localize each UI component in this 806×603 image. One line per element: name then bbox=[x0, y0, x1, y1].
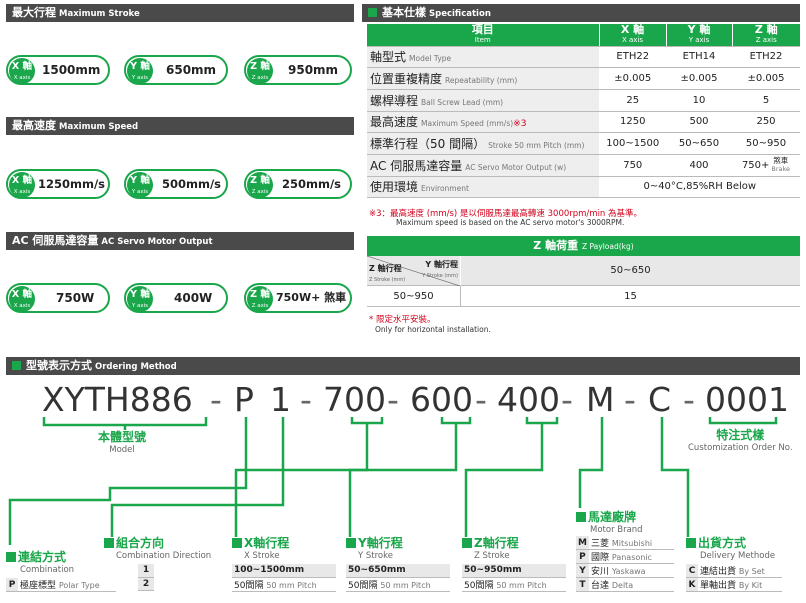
servo-output-header: AC 伺服馬達容量 AC Servo Motor Output bbox=[6, 232, 354, 250]
horizontal-note: * 限定水平安裝。 bbox=[369, 315, 436, 325]
y-axis-badge: Y 軸Y axis bbox=[127, 286, 153, 312]
direction-label: 組合方向 Combination Direction bbox=[104, 534, 211, 561]
table-row: 標準行程（50 間隔） Stroke 50 mm Pitch (mm) 100~15… bbox=[367, 132, 800, 155]
table-row: 位置重複精度 Repeatability (mm) ±0.005 ±0.005 ±0.0… bbox=[367, 67, 800, 90]
stroke-y-pill: Y 軸Y axis 650mm bbox=[124, 55, 228, 85]
speed-note-en: Maximum speed is based on the AC servo m… bbox=[396, 218, 625, 227]
green-square-icon bbox=[368, 8, 377, 17]
combination-label: 連結方式 Combination bbox=[6, 548, 74, 575]
payload-col: 50~650 bbox=[460, 256, 800, 286]
model-label: 本體型號 Model bbox=[98, 430, 147, 455]
code-direction: 1 bbox=[270, 380, 291, 419]
motor-brand-table: M 三菱 Mitsubishi P 國際 Panasonic Y 安川 Yaskawa… bbox=[576, 536, 674, 592]
table-row: 最高速度 Maximum Speed (mm/s)※3 1250 500 250 bbox=[367, 111, 800, 134]
code-model: XYTH886 bbox=[42, 380, 193, 419]
table-row: 軸型式 Model Type ETH22 ETH14 ETH22 bbox=[367, 46, 800, 69]
code-y-stroke: 600 bbox=[410, 380, 473, 419]
code-z-stroke: 400 bbox=[497, 380, 560, 419]
z-stroke-label: Z軸行程 Z Stroke bbox=[462, 534, 519, 561]
z-axis-badge: Z 軸Z axis bbox=[247, 58, 273, 84]
z-axis-badge: Z 軸Z axis bbox=[247, 286, 273, 312]
direction-table: 12 bbox=[138, 564, 154, 591]
table-row: Y 安川 Yaskawa bbox=[576, 563, 674, 578]
delivery-label: 出貨方式 Delivery Methode bbox=[686, 534, 775, 561]
motor-y-pill: Y 軸Y axis 400W bbox=[124, 283, 228, 313]
x-axis-badge: X 軸X axis bbox=[9, 58, 35, 84]
z-axis-badge: Z 軸Z axis bbox=[247, 172, 273, 198]
horizontal-note-en: Only for horizontal installation. bbox=[375, 325, 491, 334]
motor-x-pill: X 軸X axis 750W bbox=[6, 283, 110, 313]
speed-z-pill: Z 軸Z axis 250mm/s bbox=[244, 169, 352, 199]
x-axis-badge: X 軸X axis bbox=[9, 172, 35, 198]
table-row: K 單軸出貨 By Kit bbox=[686, 577, 782, 592]
code-delivery: C bbox=[648, 380, 672, 419]
ordering-header: 型號表示方式 Ordering Method bbox=[6, 357, 800, 375]
y-stroke-table: 50~650mm 50間隔 50 mm Pitch bbox=[346, 564, 450, 592]
spec-header: 基本仕樣 Specification bbox=[362, 4, 800, 22]
code-custom: 0001 bbox=[705, 380, 789, 419]
table-row: M 三菱 Mitsubishi bbox=[576, 536, 674, 550]
table-row: AC 伺服馬達容量 AC Servo Motor Output (w) 750 400… bbox=[367, 154, 800, 177]
speed-y-pill: Y 軸Y axis 500mm/s bbox=[124, 169, 228, 199]
table-row: T 台達 Delta bbox=[576, 577, 674, 592]
motor-brand-label: 馬達廠牌 Motor Brand bbox=[576, 508, 643, 535]
speed-x-pill: X 軸X axis 1250mm/s bbox=[6, 169, 110, 199]
code-x-stroke: 700 bbox=[323, 380, 386, 419]
y-axis-badge: Y 軸Y axis bbox=[127, 58, 153, 84]
payload-value: 15 bbox=[460, 286, 800, 307]
delivery-table: C 連結出貨 By Set K 單軸出貨 By Kit bbox=[686, 564, 782, 592]
spec-table: 項目 Item X 軸X axis Y 軸Y axis Z 軸Z axis 軸型式… bbox=[367, 24, 800, 199]
y-stroke-label: Y軸行程 Y Stroke bbox=[346, 534, 403, 561]
payload-corner: Y 軸行程 Y Stroke (mm) Z 軸行程 Z Stroke (mm) bbox=[367, 256, 460, 286]
stroke-x-pill: X 軸X axis 1500mm bbox=[6, 55, 110, 85]
x-axis-badge: X 軸X axis bbox=[9, 286, 35, 312]
z-stroke-table: 50~950mm 50間隔 50 mm Pitch bbox=[462, 564, 566, 592]
stroke-z-pill: Z 軸Z axis 950mm bbox=[244, 55, 352, 85]
max-stroke-header: 最大行程 Maximum Stroke bbox=[6, 4, 354, 22]
green-square-icon bbox=[12, 361, 21, 370]
x-stroke-label: X軸行程 X Stroke bbox=[232, 534, 289, 561]
payload-header: Z 軸荷重 Z Payload(kg) bbox=[367, 236, 800, 256]
table-row: 螺桿導程 Ball Screw Lead (mm) 25 10 5 bbox=[367, 89, 800, 112]
table-row: C 連結出貨 By Set bbox=[686, 564, 782, 578]
code-combination: P bbox=[234, 380, 254, 419]
payload-row: 50~950 bbox=[367, 286, 460, 307]
combination-table: P 極座標型 Polar Type bbox=[6, 578, 116, 592]
custom-label: 特注式樣 Customization Order No. bbox=[688, 428, 793, 453]
max-speed-header: 最高速度 Maximum Speed bbox=[6, 117, 354, 135]
code-motor-brand: M bbox=[586, 380, 615, 419]
motor-z-pill: Z 軸Z axis 750W+ 煞車 bbox=[244, 283, 352, 313]
x-stroke-table: 100~1500mm 50間隔 50 mm Pitch bbox=[232, 564, 336, 592]
y-axis-badge: Y 軸Y axis bbox=[127, 172, 153, 198]
table-row: P 國際 Panasonic bbox=[576, 549, 674, 564]
table-row: 使用環境 Environment 0~40°C,85%RH Below bbox=[367, 176, 800, 199]
